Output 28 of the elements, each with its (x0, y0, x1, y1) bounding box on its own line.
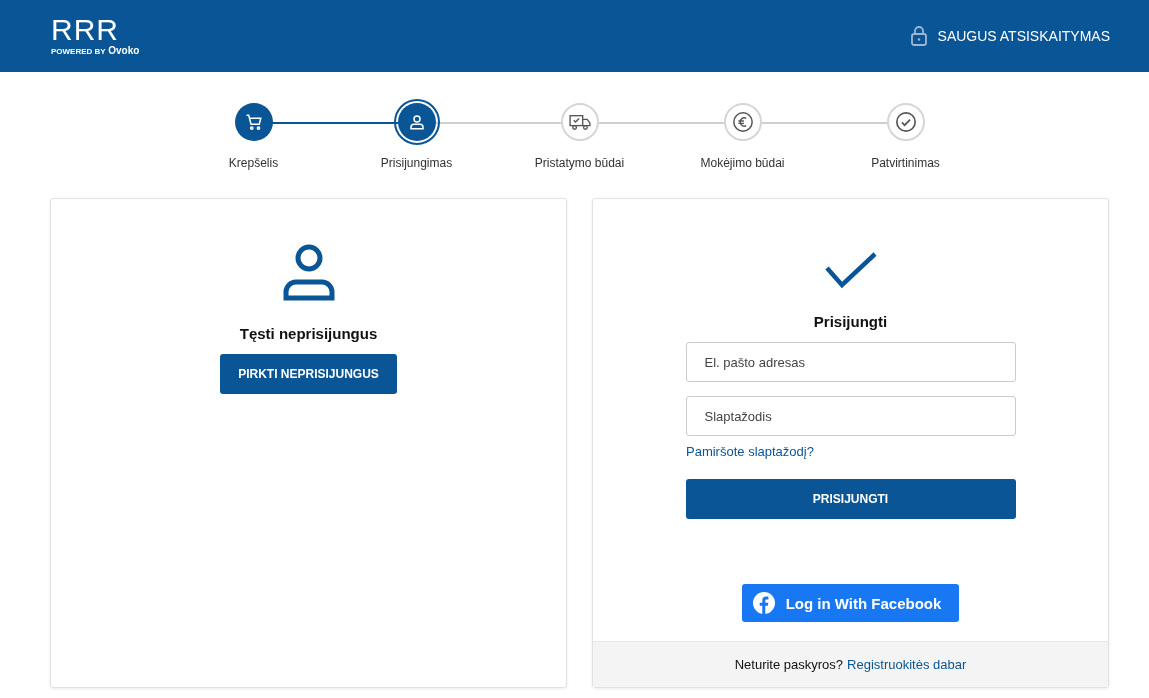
check-circle-icon (894, 111, 917, 133)
guest-checkout-button[interactable]: PIRKTI NEPRISIJUNGUS (220, 354, 397, 394)
step-label: Patvirtinimas (871, 155, 940, 170)
password-field[interactable]: Slaptažodis (685, 396, 1016, 436)
no-account-text: Neturite paskyros? (734, 657, 844, 672)
cart-icon (244, 113, 263, 131)
register-link[interactable]: Registruokitės dabar (847, 657, 967, 672)
user-icon (281, 243, 336, 301)
facebook-icon (751, 591, 776, 615)
login-title: Prisijungti (813, 313, 888, 330)
login-button[interactable]: PRISIJUNGTI (685, 479, 1016, 519)
logo[interactable]: RRR POWERED BY Ovoko (51, 14, 140, 58)
user-icon (407, 113, 426, 131)
step-label: Pristatymo būdai (534, 155, 625, 170)
step-label: Krepšelis (228, 155, 279, 170)
secure-checkout-label: SAUGUS ATSISKAITYMAS (937, 28, 1110, 44)
euro-icon (731, 111, 754, 133)
checkmark-icon (823, 251, 878, 289)
guest-title: Tęsti neprisijungus (239, 325, 378, 342)
step-label: Mokėjimo būdai (700, 155, 785, 170)
truck-icon (567, 113, 592, 131)
step-indicator[interactable] (393, 99, 440, 145)
lock-icon (909, 25, 928, 47)
forgot-password-link[interactable]: Pamiršote slaptažodį? (686, 444, 814, 459)
facebook-login-button[interactable]: Log in With Facebook (741, 584, 960, 622)
step-label: Prisijungimas (380, 155, 453, 170)
email-field[interactable]: El. pašto adresas (685, 342, 1016, 382)
step-indicator[interactable] (234, 103, 273, 141)
